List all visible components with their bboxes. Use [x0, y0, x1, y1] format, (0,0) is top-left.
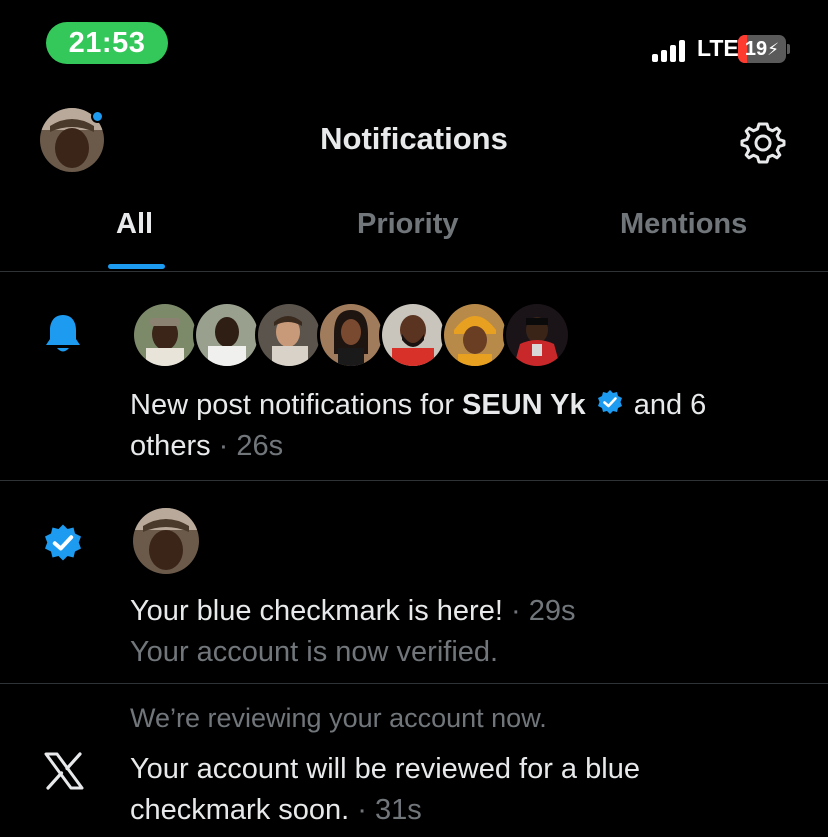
bell-icon — [44, 313, 82, 360]
notification-text: New post notifications for SEUN Yk and 6… — [130, 385, 706, 467]
tab-mentions[interactable]: Mentions — [620, 208, 747, 241]
battery-level: 19⚡ — [744, 38, 780, 60]
notification-line1: Your account will be reviewed for a blue — [130, 753, 640, 785]
status-time[interactable]: 21:53 — [46, 22, 168, 64]
avatar[interactable] — [317, 301, 385, 369]
verified-badge-icon — [42, 523, 84, 570]
status-bar: 21:53 LTE 19⚡ — [0, 0, 828, 90]
avatar[interactable] — [133, 508, 199, 574]
tab-all[interactable]: All — [116, 208, 153, 241]
timestamp: 31s — [374, 794, 422, 826]
tab-bar: All Priority Mentions — [0, 198, 828, 272]
avatar[interactable] — [255, 301, 323, 369]
avatar[interactable] — [193, 301, 261, 369]
notification-item[interactable]: Your blue checkmark is here! · 29s Your … — [0, 481, 828, 684]
notification-text: Your account will be reviewed for a blue… — [130, 749, 640, 831]
separator: · — [502, 595, 529, 627]
timestamp: 26s — [236, 430, 284, 462]
notification-header: We’re reviewing your account now. — [130, 703, 547, 733]
notification-prefix: New post notifications for — [130, 389, 463, 421]
active-tab-indicator — [108, 264, 165, 269]
notification-subtitle: Your account is now verified. — [130, 636, 499, 668]
avatar[interactable] — [379, 301, 447, 369]
notification-item[interactable]: We’re reviewing your account now. Your a… — [0, 684, 828, 837]
notification-line2: checkmark soon. — [130, 794, 350, 826]
x-logo-icon — [44, 752, 84, 795]
network-type: LTE — [697, 35, 739, 61]
notification-line2: others — [130, 430, 211, 462]
avatar[interactable] — [131, 301, 199, 369]
notification-suffix: and 6 — [625, 389, 707, 421]
avatar[interactable] — [441, 301, 509, 369]
verified-badge-icon — [596, 388, 624, 416]
notification-item[interactable]: New post notifications for SEUN Yk and 6… — [0, 273, 828, 481]
separator: · — [349, 794, 375, 826]
battery-icon: 19⚡ — [738, 35, 790, 63]
page-title: Notifications — [320, 121, 508, 156]
signal-icon — [652, 38, 690, 62]
gear-icon[interactable] — [740, 120, 786, 166]
account-name[interactable]: SEUN Yk — [462, 389, 586, 421]
avatar[interactable] — [503, 301, 571, 369]
separator: · — [210, 430, 237, 462]
notification-text: Your blue checkmark is here! · 29s Your … — [130, 591, 575, 673]
timestamp: 29s — [528, 595, 576, 627]
tab-priority[interactable]: Priority — [357, 208, 459, 241]
notification-title: Your blue checkmark is here! — [130, 595, 503, 627]
